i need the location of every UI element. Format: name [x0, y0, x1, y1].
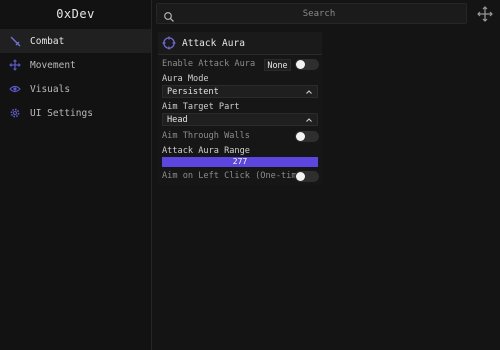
toggle-knob	[296, 60, 305, 69]
enable-attack-aura-toggle[interactable]	[295, 59, 319, 70]
sidebar-item-ui-settings[interactable]: UI Settings	[0, 101, 151, 125]
sidebar-item-label: Combat	[30, 35, 65, 47]
aura-mode-dropdown[interactable]: Persistent	[162, 85, 318, 98]
aura-mode-label: Aura Mode	[162, 74, 209, 84]
aim-on-left-click-toggle[interactable]	[295, 171, 319, 182]
enable-attack-aura-label: Enable Attack Aura	[162, 59, 256, 69]
app-title: 0xDev	[56, 7, 95, 21]
sidebar: 0xDev Combat Movement Visuals UI Setting…	[0, 0, 152, 350]
panel-header: Attack Aura	[158, 32, 322, 55]
gear-icon	[9, 107, 21, 119]
keybind-badge[interactable]: None	[264, 59, 291, 71]
sidebar-item-movement[interactable]: Movement	[0, 53, 151, 77]
slider-value: 277	[232, 157, 248, 166]
aim-through-walls-label: Aim Through Walls	[162, 131, 250, 141]
window-move-handle[interactable]	[474, 3, 495, 24]
sidebar-item-label: UI Settings	[30, 107, 93, 119]
aim-on-left-click-label: Aim on Left Click (One-time)	[162, 171, 307, 181]
dropdown-value: Persistent	[167, 87, 219, 97]
attack-aura-panel: Attack Aura Enable Attack Aura None Aura…	[158, 32, 322, 185]
sidebar-item-visuals[interactable]: Visuals	[0, 77, 151, 101]
panel-title: Attack Aura	[182, 37, 245, 49]
app-window: 0xDev Combat Movement Visuals UI Setting…	[0, 0, 500, 350]
dropdown-value: Head	[167, 115, 188, 125]
search-input[interactable]	[179, 4, 459, 23]
search-bar	[156, 3, 467, 24]
chevron-up-icon	[306, 118, 312, 122]
toggle-knob	[296, 132, 305, 141]
crosshair-icon	[162, 36, 176, 50]
search-icon	[163, 8, 175, 22]
attack-aura-range-label: Attack Aura Range	[162, 146, 250, 156]
move-arrows-icon	[9, 59, 21, 71]
sidebar-item-combat[interactable]: Combat	[0, 29, 151, 53]
sidebar-item-label: Movement	[30, 59, 76, 71]
toggle-knob	[296, 172, 305, 181]
sidebar-item-label: Visuals	[30, 83, 71, 95]
eye-icon	[9, 83, 21, 95]
aim-target-part-dropdown[interactable]: Head	[162, 113, 318, 126]
aim-through-walls-toggle[interactable]	[295, 131, 319, 142]
aim-target-part-label: Aim Target Part	[162, 102, 240, 112]
sword-icon	[9, 35, 21, 47]
move-icon	[476, 5, 493, 22]
chevron-up-icon	[306, 90, 312, 94]
attack-aura-range-slider[interactable]: 277	[162, 157, 318, 167]
